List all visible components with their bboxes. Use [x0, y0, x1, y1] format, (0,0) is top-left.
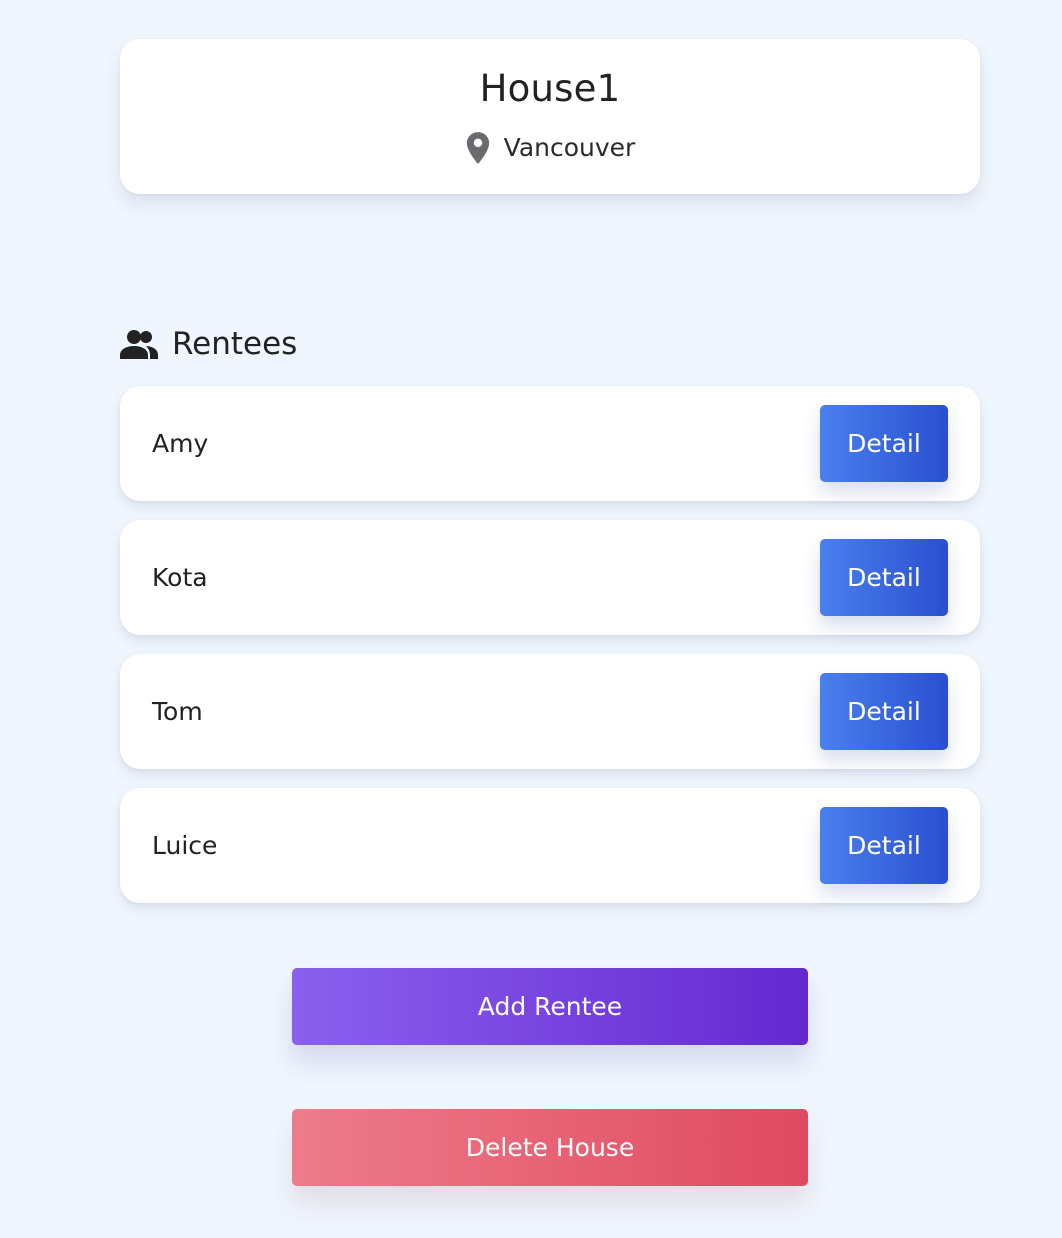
rentee-row: Tom Detail: [120, 654, 980, 769]
rentee-row: Amy Detail: [120, 386, 980, 501]
rentees-title: Rentees: [172, 326, 298, 362]
detail-button[interactable]: Detail: [820, 539, 948, 616]
delete-house-button[interactable]: Delete House: [292, 1109, 808, 1186]
house-location-label: Vancouver: [503, 133, 636, 162]
detail-button[interactable]: Detail: [820, 405, 948, 482]
rentee-name: Amy: [152, 429, 209, 458]
map-pin-icon: [466, 132, 489, 164]
rentee-list: Amy Detail Kota Detail Tom Detail Luice …: [120, 386, 980, 922]
rentees-heading: Rentees: [120, 324, 297, 364]
rentee-row: Kota Detail: [120, 520, 980, 635]
house-card: House1 Vancouver: [120, 39, 980, 194]
add-rentee-button[interactable]: Add Rentee: [292, 968, 808, 1045]
detail-button[interactable]: Detail: [820, 807, 948, 884]
rentee-name: Kota: [152, 563, 208, 592]
rentee-row: Luice Detail: [120, 788, 980, 903]
rentee-name: Luice: [152, 831, 218, 860]
people-icon: [120, 330, 158, 359]
house-title: House1: [479, 67, 621, 110]
house-location: Vancouver: [120, 131, 980, 165]
rentee-name: Tom: [152, 697, 203, 726]
detail-button[interactable]: Detail: [820, 673, 948, 750]
